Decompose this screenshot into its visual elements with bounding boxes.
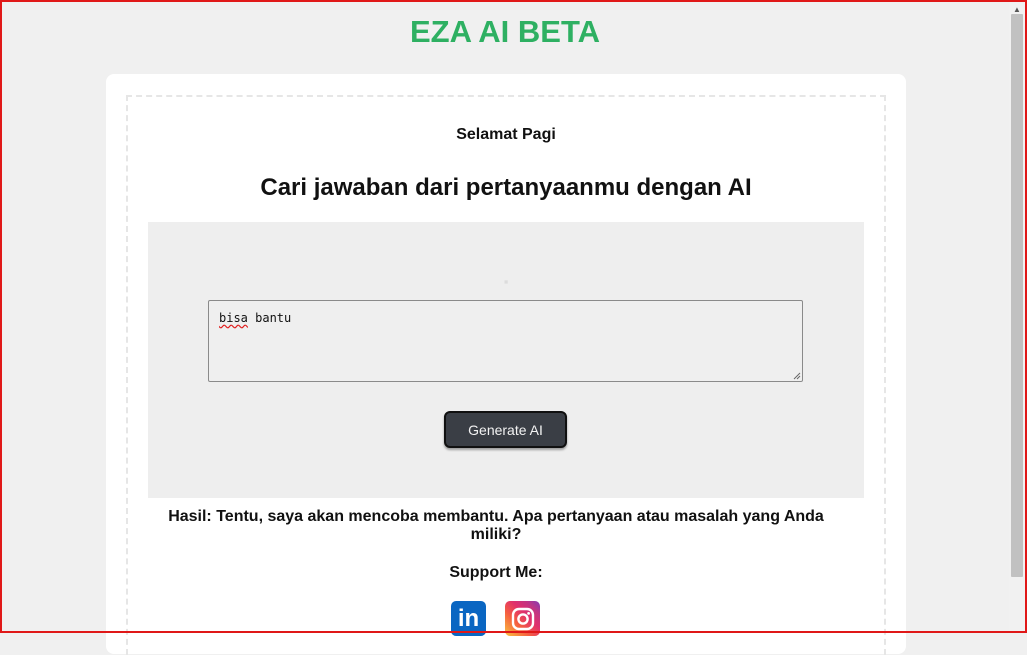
page-headline: Cari jawaban dari pertanyaanmu dengan AI xyxy=(260,174,752,201)
resize-handle-icon[interactable] xyxy=(793,372,801,380)
greeting-text: Selamat Pagi xyxy=(456,126,556,143)
faint-placeholder-mark: ▪ xyxy=(503,274,509,289)
vertical-scrollbar[interactable]: ▲ xyxy=(1009,2,1025,631)
linkedin-link[interactable]: in xyxy=(451,601,486,636)
misspelled-word: bisa xyxy=(219,311,248,325)
result-answer: Tentu, saya akan mencoba membantu. Apa p… xyxy=(216,508,824,543)
prompt-panel: ▪ bisa bantu Generate AI xyxy=(148,222,864,498)
generate-ai-button[interactable]: Generate AI xyxy=(444,411,567,448)
main-card: Selamat Pagi Cari jawaban dari pertanyaa… xyxy=(106,74,906,655)
result-label: Hasil: xyxy=(168,508,212,525)
result-text: Hasil: Tentu, saya akan mencoba membantu… xyxy=(162,508,830,544)
instagram-icon xyxy=(511,607,534,630)
prompt-text: bantu xyxy=(247,311,292,325)
scroll-thumb[interactable] xyxy=(1011,14,1023,577)
page: { "app": {"title": "EZA AI BETA"}, "card… xyxy=(0,0,1027,655)
prompt-textarea[interactable]: bisa bantu xyxy=(208,300,803,382)
app-title: EZA AI BETA xyxy=(409,14,600,49)
instagram-link[interactable] xyxy=(505,601,540,636)
support-title: Support Me: xyxy=(449,564,543,581)
linkedin-icon: in xyxy=(457,604,480,632)
